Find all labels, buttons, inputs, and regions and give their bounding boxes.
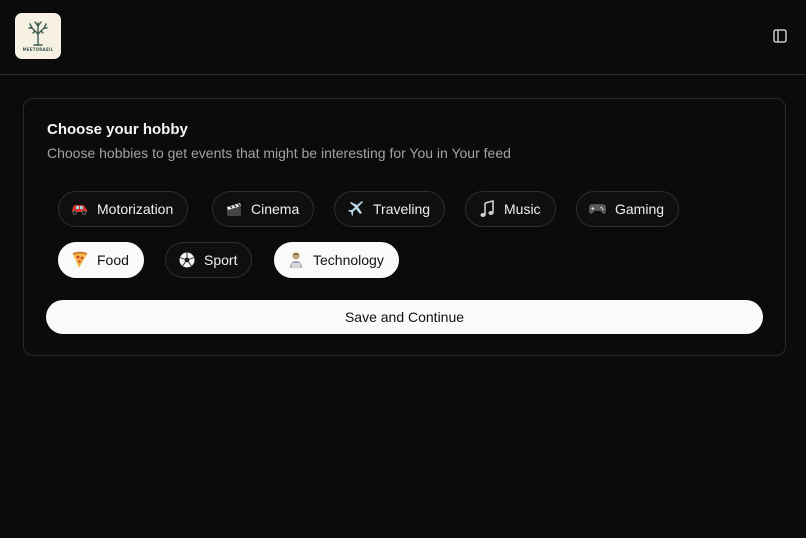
card-title: Choose your hobby	[47, 121, 188, 138]
chip-food[interactable]: Food	[58, 242, 144, 278]
chip-traveling[interactable]: Traveling	[334, 191, 446, 227]
chip-gaming[interactable]: Gaming	[576, 191, 680, 227]
chip-sport[interactable]: Sport	[165, 242, 253, 278]
sidebar-toggle-button[interactable]	[770, 26, 790, 46]
gamepad-icon	[588, 200, 607, 219]
save-and-continue-button[interactable]: Save and Continue	[46, 300, 763, 334]
chip-label: Traveling	[373, 201, 431, 217]
chip-label: Sport	[204, 252, 238, 268]
hobby-card: Choose your hobby Choose hobbies to get …	[23, 98, 786, 356]
chip-label: Food	[97, 252, 129, 268]
chip-cinema[interactable]: Cinema	[212, 191, 315, 227]
car-icon	[70, 200, 89, 219]
sidebar-panel-icon	[773, 29, 787, 43]
clapper-icon	[224, 200, 243, 219]
chip-label: Gaming	[615, 201, 665, 217]
soccer-ball-icon	[177, 251, 196, 270]
chip-label: Cinema	[251, 201, 300, 217]
airplane-icon	[346, 200, 365, 219]
chip-music[interactable]: Music	[465, 191, 556, 227]
chip-motorization[interactable]: Motorization	[58, 191, 189, 227]
pizza-icon	[70, 251, 89, 270]
top-bar: MEETORASIL	[0, 0, 806, 75]
chip-label: Technology	[313, 252, 384, 268]
technologist-icon	[286, 251, 305, 270]
chip-technology[interactable]: Technology	[274, 242, 399, 278]
logo-text: MEETORASIL	[22, 47, 54, 52]
tree-logo-icon	[28, 21, 48, 46]
app-logo[interactable]: MEETORASIL	[15, 13, 61, 59]
chip-label: Motorization	[97, 201, 174, 217]
music-note-icon	[477, 200, 496, 219]
card-subtitle: Choose hobbies to get events that might …	[47, 145, 511, 161]
chip-label: Music	[504, 201, 541, 217]
